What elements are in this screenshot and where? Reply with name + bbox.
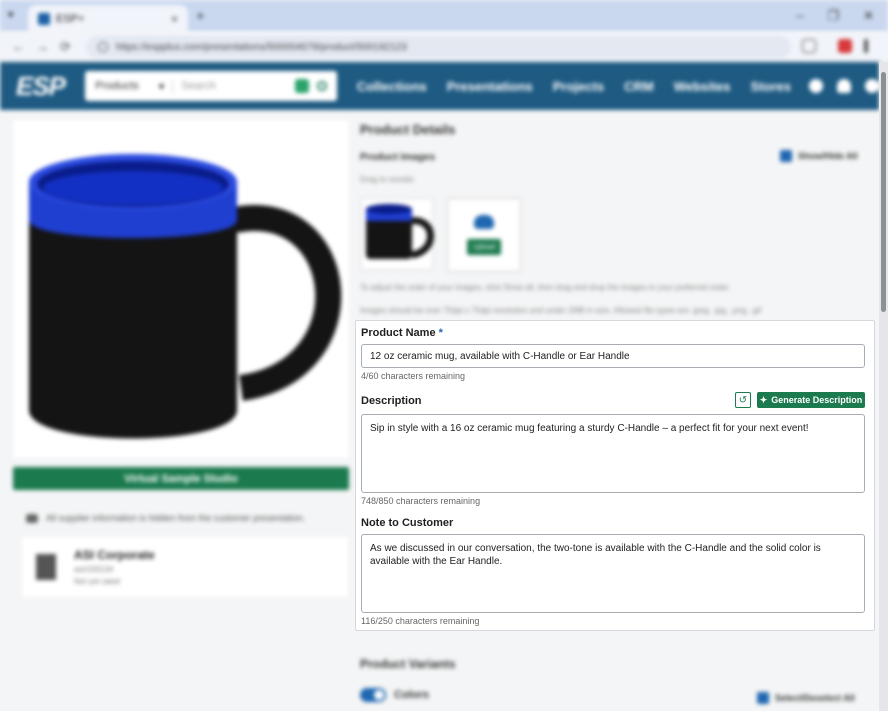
cloud-upload-icon (474, 215, 494, 229)
note-to-customer-textarea[interactable]: As we discussed in our conversation, the… (361, 534, 865, 613)
nav-websites[interactable]: Websites (674, 79, 731, 94)
nav-collections[interactable]: Collections (357, 79, 427, 94)
scrollbar-thumb[interactable] (881, 72, 886, 312)
product-name-input[interactable] (361, 344, 865, 368)
help-icon[interactable] (809, 79, 823, 93)
toggle-knob (374, 690, 384, 700)
generate-description-label: Generate Description (771, 395, 863, 405)
building-icon (36, 554, 56, 580)
site-info-icon[interactable] (98, 42, 108, 52)
esp-logo[interactable]: ESP (16, 71, 83, 102)
tab-list-icon[interactable]: ▾ (8, 8, 14, 21)
product-form-panel: Product Name * 4/60 characters remaining… (355, 320, 875, 631)
supplier-card[interactable]: ASI Corporate asi/100134 Not yet rated (22, 537, 348, 597)
note-to-customer-label: Note to Customer (361, 517, 454, 529)
drag-hint: Drag to reorder (360, 175, 415, 184)
generate-description-button[interactable]: ✦ Generate Description (757, 392, 865, 408)
page-scrollbar[interactable] (879, 62, 888, 711)
url-text: https://espplus.com/presentations/500004… (116, 41, 407, 53)
esp-favicon-icon (38, 12, 50, 25)
browser-menu-icon[interactable] (864, 39, 868, 53)
window-maximize-button[interactable]: ❐ (827, 8, 839, 24)
show-hide-all-checkbox[interactable]: Show/Hide All (780, 150, 858, 162)
upload-image-tile[interactable]: Upload (447, 198, 521, 272)
description-textarea[interactable]: Sip in style with a 16 oz ceramic mug fe… (361, 414, 865, 493)
window-close-button[interactable]: ✕ (863, 8, 874, 24)
sparkle-icon: ✦ (759, 394, 768, 405)
search-type-select[interactable]: Products ▾ (85, 79, 174, 93)
url-input[interactable]: https://espplus.com/presentations/500004… (86, 36, 791, 58)
product-name-label: Product Name * (361, 327, 443, 339)
select-deselect-all-label: Select/Deselect All (775, 693, 855, 703)
product-images-label: Product Images (360, 152, 436, 163)
global-search: Products ▾ Search (85, 71, 337, 101)
tab-close-icon[interactable]: × (171, 12, 178, 26)
product-name-char-count: 4/60 characters remaining (361, 371, 466, 381)
supplier-id: asi/100134 (74, 565, 114, 574)
colors-label: Colors (394, 689, 429, 701)
window-minimize-button[interactable]: – (796, 8, 803, 24)
mug-thumbnail (366, 204, 434, 259)
tab-title: ESP+ (56, 12, 85, 25)
image-requirements-hint: Images should be over 75dpi x 75dpi reso… (360, 306, 762, 315)
product-details-title: Product Details (360, 122, 456, 137)
description-label: Description (361, 395, 422, 407)
image-thumbnail[interactable] (361, 198, 434, 270)
search-icon[interactable] (316, 81, 327, 91)
search-type-value: Products (95, 79, 139, 92)
extensions-icon[interactable] (802, 39, 816, 53)
reload-button[interactable]: ⟳ (60, 39, 71, 55)
forward-button[interactable]: → (36, 39, 49, 54)
back-button[interactable]: ← (12, 39, 25, 54)
product-main-image (13, 120, 349, 458)
nav-presentations[interactable]: Presentations (447, 79, 533, 94)
nav-projects[interactable]: Projects (553, 79, 604, 94)
product-variants-title: Product Variants (360, 657, 456, 671)
checkbox-checked-icon (757, 692, 769, 704)
user-avatar-icon[interactable] (865, 79, 879, 93)
note-char-count: 116/250 characters remaining (361, 616, 480, 626)
image-order-hint: To adjust the order of your images, clic… (360, 283, 731, 292)
select-deselect-all-checkbox[interactable]: Select/Deselect All (757, 692, 855, 704)
chevron-down-icon: ▾ (158, 80, 165, 93)
browser-address-bar: ← → ⟳ https://espplus.com/presentations/… (0, 32, 888, 62)
supplier-hidden-text: All supplier information is hidden from … (46, 513, 306, 523)
new-tab-button[interactable]: + (196, 8, 205, 25)
supplier-rating: Not yet rated (74, 577, 120, 586)
notifications-bell-icon[interactable] (837, 79, 851, 93)
nav-crm[interactable]: CRM (624, 79, 654, 94)
required-mark: * (438, 327, 443, 339)
supplier-hidden-note: All supplier information is hidden from … (26, 513, 346, 523)
ai-search-icon[interactable] (294, 79, 309, 93)
extension-red-icon[interactable] (838, 39, 852, 53)
refresh-icon: ↺ (738, 394, 748, 406)
browser-tab-bar: ▾ ESP+ × + – ❐ ✕ (0, 0, 888, 32)
nav-stores[interactable]: Stores (751, 79, 791, 94)
browser-tab[interactable]: ESP+ × (28, 5, 188, 32)
virtual-sample-studio-button[interactable]: Virtual Sample Studio (13, 467, 349, 490)
description-char-count: 748/850 characters remaining (361, 496, 481, 506)
reset-description-button[interactable]: ↺ (735, 392, 751, 408)
colors-toggle[interactable] (360, 688, 386, 702)
search-input[interactable]: Search (173, 80, 294, 92)
checkbox-checked-icon (780, 150, 792, 162)
show-hide-all-label: Show/Hide All (798, 151, 858, 161)
app-header: ESP Products ▾ Search Collections Presen… (0, 62, 879, 110)
eye-off-icon (26, 513, 38, 523)
upload-button[interactable]: Upload (467, 239, 501, 255)
mug-image (29, 154, 342, 439)
supplier-name: ASI Corporate (74, 548, 155, 562)
